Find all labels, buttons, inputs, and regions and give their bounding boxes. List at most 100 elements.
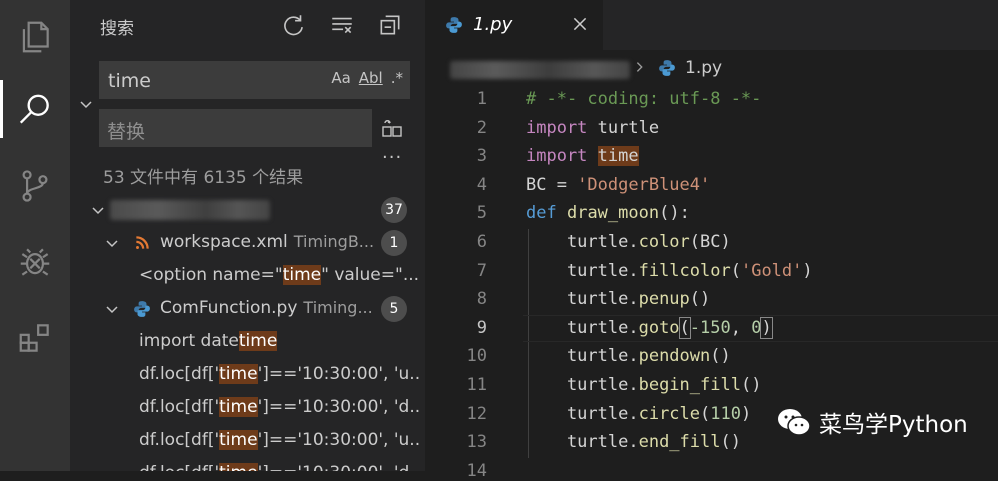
- match-row[interactable]: <option name="time" value="...: [70, 260, 425, 292]
- code-line[interactable]: # -*- coding: utf-8 -*-: [526, 89, 761, 109]
- match-text: df.loc[df['time']=='10:30:00', 'd...: [139, 397, 421, 417]
- search-sidebar: 搜索 time Aa Abl .* 替换 ··· 53 文件中有 6135 个结…: [70, 0, 425, 471]
- code-token: (: [678, 316, 691, 339]
- code-token: pendown: [638, 346, 711, 367]
- code-line[interactable]: turtle.penup(): [526, 289, 710, 309]
- blurred-folder-name: [110, 200, 270, 220]
- code-line[interactable]: def draw_moon():: [526, 203, 690, 223]
- match-row[interactable]: df.loc[df['time']=='10:30:00', 'u...: [70, 425, 425, 457]
- more-options[interactable]: ···: [382, 147, 402, 168]
- python-file-icon: [658, 59, 676, 77]
- code-token: (): [689, 289, 711, 310]
- python-file-icon: [445, 16, 463, 34]
- explorer-icon[interactable]: [0, 7, 70, 67]
- code-line[interactable]: import turtle: [526, 118, 659, 138]
- code-token: color: [638, 232, 690, 252]
- code-token: -150: [689, 317, 731, 338]
- code-line[interactable]: turtle.fillcolor('Gold'): [526, 261, 813, 281]
- file-match-count: 1: [381, 230, 407, 256]
- code-token: end_fill: [638, 432, 721, 453]
- collapse-all-icon[interactable]: [377, 12, 403, 38]
- folder-row[interactable]: 37: [70, 194, 425, 226]
- search-icon[interactable]: [0, 80, 70, 140]
- code-line[interactable]: BC = 'DodgerBlue4': [526, 175, 710, 195]
- source-control-icon[interactable]: [0, 156, 70, 216]
- line-number: 6: [476, 232, 487, 252]
- debug-icon[interactable]: [0, 232, 70, 292]
- code-token: (BC): [689, 232, 731, 252]
- code-token: 110: [710, 403, 741, 424]
- sidebar-actions: [281, 12, 403, 38]
- code-token: (): [720, 432, 741, 453]
- code-line[interactable]: turtle.end_fill(): [526, 432, 741, 452]
- line-number: 7: [476, 260, 487, 281]
- refresh-icon[interactable]: [281, 12, 307, 38]
- match-text: import datetime: [139, 331, 421, 351]
- regex-toggle[interactable]: .*: [391, 69, 403, 87]
- chevron-down-icon: [104, 301, 120, 317]
- code-line[interactable]: turtle.goto(-150, 0): [526, 316, 773, 339]
- match-prefix: import date: [139, 331, 239, 351]
- rss-file-icon: [133, 234, 151, 252]
- line-number: 5: [476, 203, 487, 224]
- code-token: (: [700, 403, 711, 424]
- code-token: import: [526, 117, 588, 138]
- editor-area: 1.py 1.py 1 # -*- coding: utf-8 -*- 2 impor…: [425, 0, 998, 481]
- code-token: time: [597, 146, 639, 167]
- code-line[interactable]: import time: [526, 146, 639, 167]
- code-token: draw_moon: [566, 203, 660, 224]
- tab-bar: 1.py: [425, 0, 998, 50]
- clear-results-icon[interactable]: [329, 12, 355, 38]
- match-suffix: " value="...: [321, 265, 420, 285]
- extensions-icon[interactable]: [0, 308, 70, 368]
- chevron-down-icon: [104, 235, 120, 251]
- match-case-toggle[interactable]: Aa: [331, 69, 350, 87]
- file-match-count: 5: [381, 296, 407, 322]
- code-token: ): [802, 260, 813, 281]
- replace-placeholder: 替换: [107, 121, 146, 143]
- folder-match-count: 37: [381, 197, 407, 223]
- match-prefix: df.loc[df[': [139, 430, 220, 450]
- code-line[interactable]: turtle.begin_fill(): [526, 375, 762, 395]
- search-input[interactable]: time Aa Abl .*: [99, 61, 410, 99]
- code-token: turtle.: [526, 403, 639, 424]
- match-row[interactable]: df.loc[df['time']=='10:30:00', 'u...: [70, 359, 425, 391]
- code-token: import: [526, 146, 588, 167]
- replace-all-icon[interactable]: [380, 116, 404, 140]
- code-token: penup: [638, 289, 690, 310]
- code-line[interactable]: turtle.pendown(): [526, 346, 731, 366]
- match-row[interactable]: df.loc[df['time']=='10:30:00', 'd...: [70, 458, 425, 471]
- code-line[interactable]: turtle.color(BC): [526, 232, 731, 252]
- match-text: df.loc[df['time']=='10:30:00', 'u...: [139, 430, 421, 450]
- code-token: ():: [659, 203, 690, 224]
- whole-word-toggle[interactable]: Abl: [359, 69, 383, 87]
- code-token: circle: [638, 403, 701, 424]
- match-prefix: df.loc[df[': [139, 364, 220, 384]
- sidebar-title: 搜索: [100, 19, 134, 39]
- line-number: 4: [476, 174, 487, 195]
- tab-1-py[interactable]: 1.py: [425, 0, 603, 50]
- wechat-logo-icon: [777, 407, 811, 437]
- close-icon[interactable]: [571, 15, 589, 33]
- code-token: goto: [638, 317, 680, 338]
- match-suffix: ']=='10:30:00', 'd...: [257, 397, 421, 417]
- file-row[interactable]: ComFunction.py Timing... 5: [70, 293, 425, 325]
- breadcrumb: 1.py: [425, 50, 998, 86]
- match-prefix: df.loc[df[': [139, 463, 219, 471]
- breadcrumb-file[interactable]: 1.py: [685, 58, 722, 78]
- line-number: 12: [466, 403, 487, 424]
- toggle-replace-chevron[interactable]: [78, 96, 94, 112]
- file-row[interactable]: workspace.xml TimingB... 1: [70, 227, 425, 259]
- code-line[interactable]: turtle.circle(110): [526, 404, 751, 424]
- line-number: 13: [466, 432, 487, 453]
- replace-input[interactable]: 替换: [99, 109, 372, 147]
- code-token: (: [730, 260, 741, 281]
- code-token: turtle.: [526, 432, 639, 453]
- match-row[interactable]: import datetime: [70, 326, 425, 358]
- code-token: def: [526, 203, 557, 224]
- line-number: 11: [466, 375, 487, 395]
- code-token: begin_fill: [638, 375, 741, 395]
- line-number: 9: [476, 317, 487, 338]
- match-row[interactable]: df.loc[df['time']=='10:30:00', 'd...: [70, 392, 425, 424]
